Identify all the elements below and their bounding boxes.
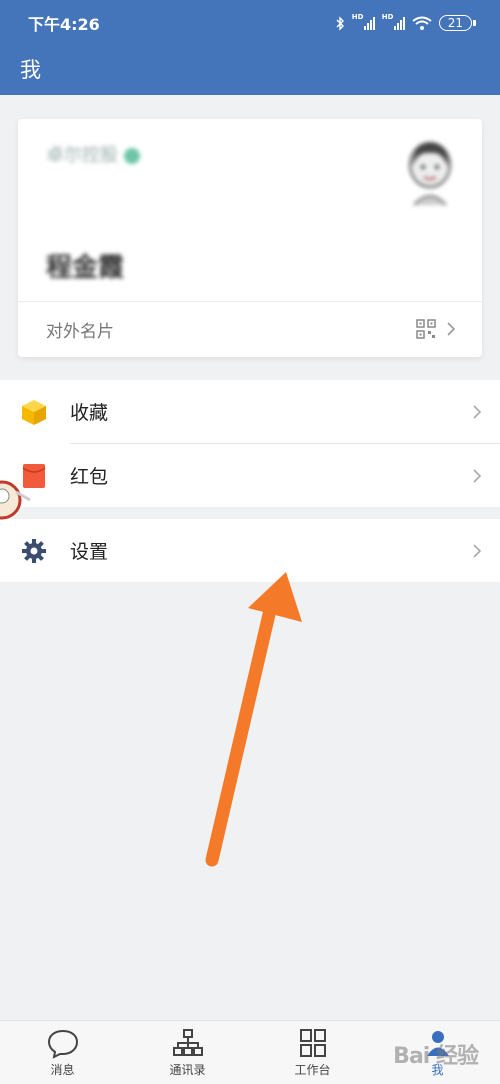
menu-group-2: 设置 bbox=[0, 519, 500, 582]
nav-workbench[interactable]: 工作台 bbox=[250, 1021, 375, 1084]
business-card-label: 对外名片 bbox=[46, 321, 114, 342]
watermark: Bai 经验 bbox=[393, 1044, 479, 1069]
company-name: 卓尔控股 bbox=[46, 141, 140, 167]
menu-item-red-envelope[interactable]: 红包 bbox=[0, 444, 500, 507]
org-chart-icon bbox=[172, 1029, 203, 1056]
menu-item-favorites[interactable]: 收藏 bbox=[0, 380, 500, 443]
signal-icon: HD bbox=[352, 13, 375, 30]
signal-icon: HD bbox=[382, 13, 405, 30]
nav-label: 工作台 bbox=[294, 1063, 331, 1077]
chevron-right-icon bbox=[473, 468, 482, 483]
profile-card[interactable]: 卓尔控股 程金霞 对外名片 bbox=[18, 119, 482, 357]
chevron-right-icon bbox=[473, 543, 482, 558]
floating-assistant-icon[interactable] bbox=[0, 470, 32, 526]
header-bar: 下午4:26 HD HD 21 我 bbox=[0, 0, 500, 95]
verified-icon bbox=[124, 148, 140, 164]
bluetooth-icon bbox=[336, 15, 344, 31]
favorites-label: 收藏 bbox=[70, 402, 109, 424]
nav-label: 消息 bbox=[50, 1063, 75, 1077]
cube-icon bbox=[18, 396, 50, 428]
battery-indicator: 21 bbox=[438, 15, 477, 31]
qr-code-icon bbox=[416, 319, 436, 339]
status-time: 下午4:26 bbox=[28, 15, 100, 34]
chevron-right-icon bbox=[473, 404, 482, 419]
status-bar: 下午4:26 HD HD 21 bbox=[0, 0, 500, 46]
nav-contacts[interactable]: 通讯录 bbox=[125, 1021, 250, 1084]
menu-item-settings[interactable]: 设置 bbox=[0, 519, 500, 582]
avatar[interactable] bbox=[404, 137, 456, 207]
page-title: 我 bbox=[20, 58, 41, 82]
user-name: 程金霞 bbox=[46, 253, 125, 283]
gear-icon bbox=[18, 535, 50, 567]
red-envelope-label: 红包 bbox=[70, 466, 109, 488]
chevron-right-icon bbox=[447, 322, 456, 336]
business-card-row[interactable]: 对外名片 bbox=[46, 301, 456, 357]
chat-bubble-icon bbox=[47, 1029, 78, 1059]
settings-label: 设置 bbox=[70, 541, 109, 563]
nav-messages[interactable]: 消息 bbox=[0, 1021, 125, 1084]
menu-group-1: 收藏 红包 bbox=[0, 380, 500, 507]
status-icons: HD HD 21 bbox=[335, 13, 477, 31]
nav-label: 通讯录 bbox=[169, 1063, 206, 1077]
grid-icon bbox=[299, 1029, 326, 1057]
wifi-icon bbox=[412, 16, 432, 30]
